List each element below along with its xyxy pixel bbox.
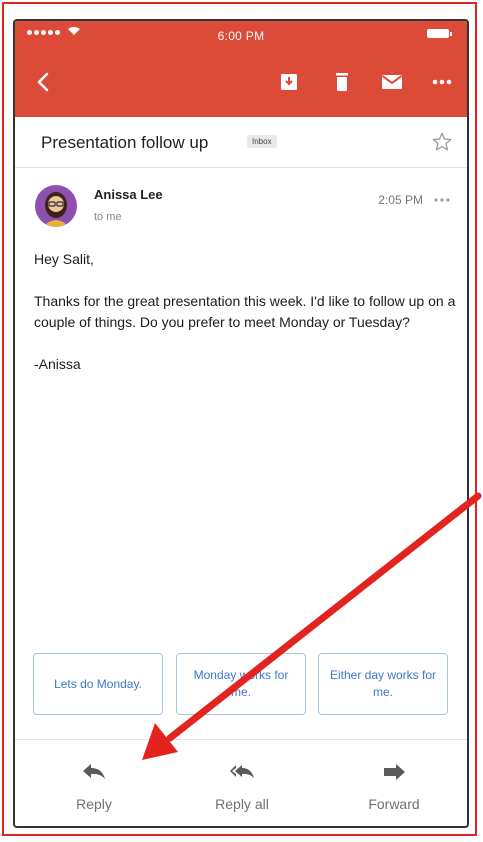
reply-button[interactable]: Reply: [29, 740, 159, 826]
app-header: 6:00 PM: [15, 21, 467, 117]
reply-all-icon: [230, 765, 254, 778]
reply-icon: [83, 764, 105, 779]
inbox-label[interactable]: Inbox: [247, 135, 277, 148]
sent-time: 2:05 PM: [378, 193, 423, 207]
more-options-button[interactable]: [429, 69, 455, 95]
forward-icon: [384, 764, 405, 780]
mark-unread-button[interactable]: [379, 69, 405, 95]
forward-button[interactable]: Forward: [329, 740, 459, 826]
smart-replies: Lets do Monday. Monday works for me. Eit…: [33, 653, 453, 719]
star-button[interactable]: [431, 131, 453, 153]
bottom-action-bar: Reply Reply all Forward: [15, 739, 467, 826]
email-subject: Presentation follow up: [41, 133, 209, 152]
battery-icon: [427, 29, 452, 38]
subject-row: Presentation follow up Inbox: [15, 117, 467, 168]
signature: -Anissa: [34, 356, 81, 372]
avatar[interactable]: [35, 185, 77, 227]
status-time: 6:00 PM: [217, 29, 265, 43]
message-more-button[interactable]: [431, 189, 453, 211]
recipient-details[interactable]: to me: [94, 211, 122, 223]
body-paragraph: Thanks for the great presentation this w…: [34, 293, 456, 330]
message-body: Hey Salit, Thanks for the great presenta…: [34, 249, 459, 396]
reply-label: Reply: [76, 796, 112, 812]
sender-name: Anissa Lee: [94, 187, 163, 202]
status-bar: 6:00 PM: [15, 21, 467, 51]
person-icon: [43, 192, 69, 227]
reply-all-label: Reply all: [215, 796, 269, 812]
reply-all-button[interactable]: Reply all: [177, 740, 307, 826]
smart-reply-chip[interactable]: Lets do Monday.: [33, 653, 163, 715]
sender-row: Anissa Lee to me 2:05 PM: [15, 181, 467, 237]
phone-screen: 6:00 PM Presentation follow up Inbox Ani…: [13, 19, 469, 828]
archive-button[interactable]: [276, 69, 302, 95]
smart-reply-chip[interactable]: Monday works for me.: [176, 653, 306, 715]
back-button[interactable]: [29, 67, 59, 97]
delete-button[interactable]: [329, 69, 355, 95]
smart-reply-chip[interactable]: Either day works for me.: [318, 653, 448, 715]
action-bar: [15, 57, 467, 107]
forward-label: Forward: [368, 796, 420, 812]
greeting: Hey Salit,: [34, 251, 94, 267]
